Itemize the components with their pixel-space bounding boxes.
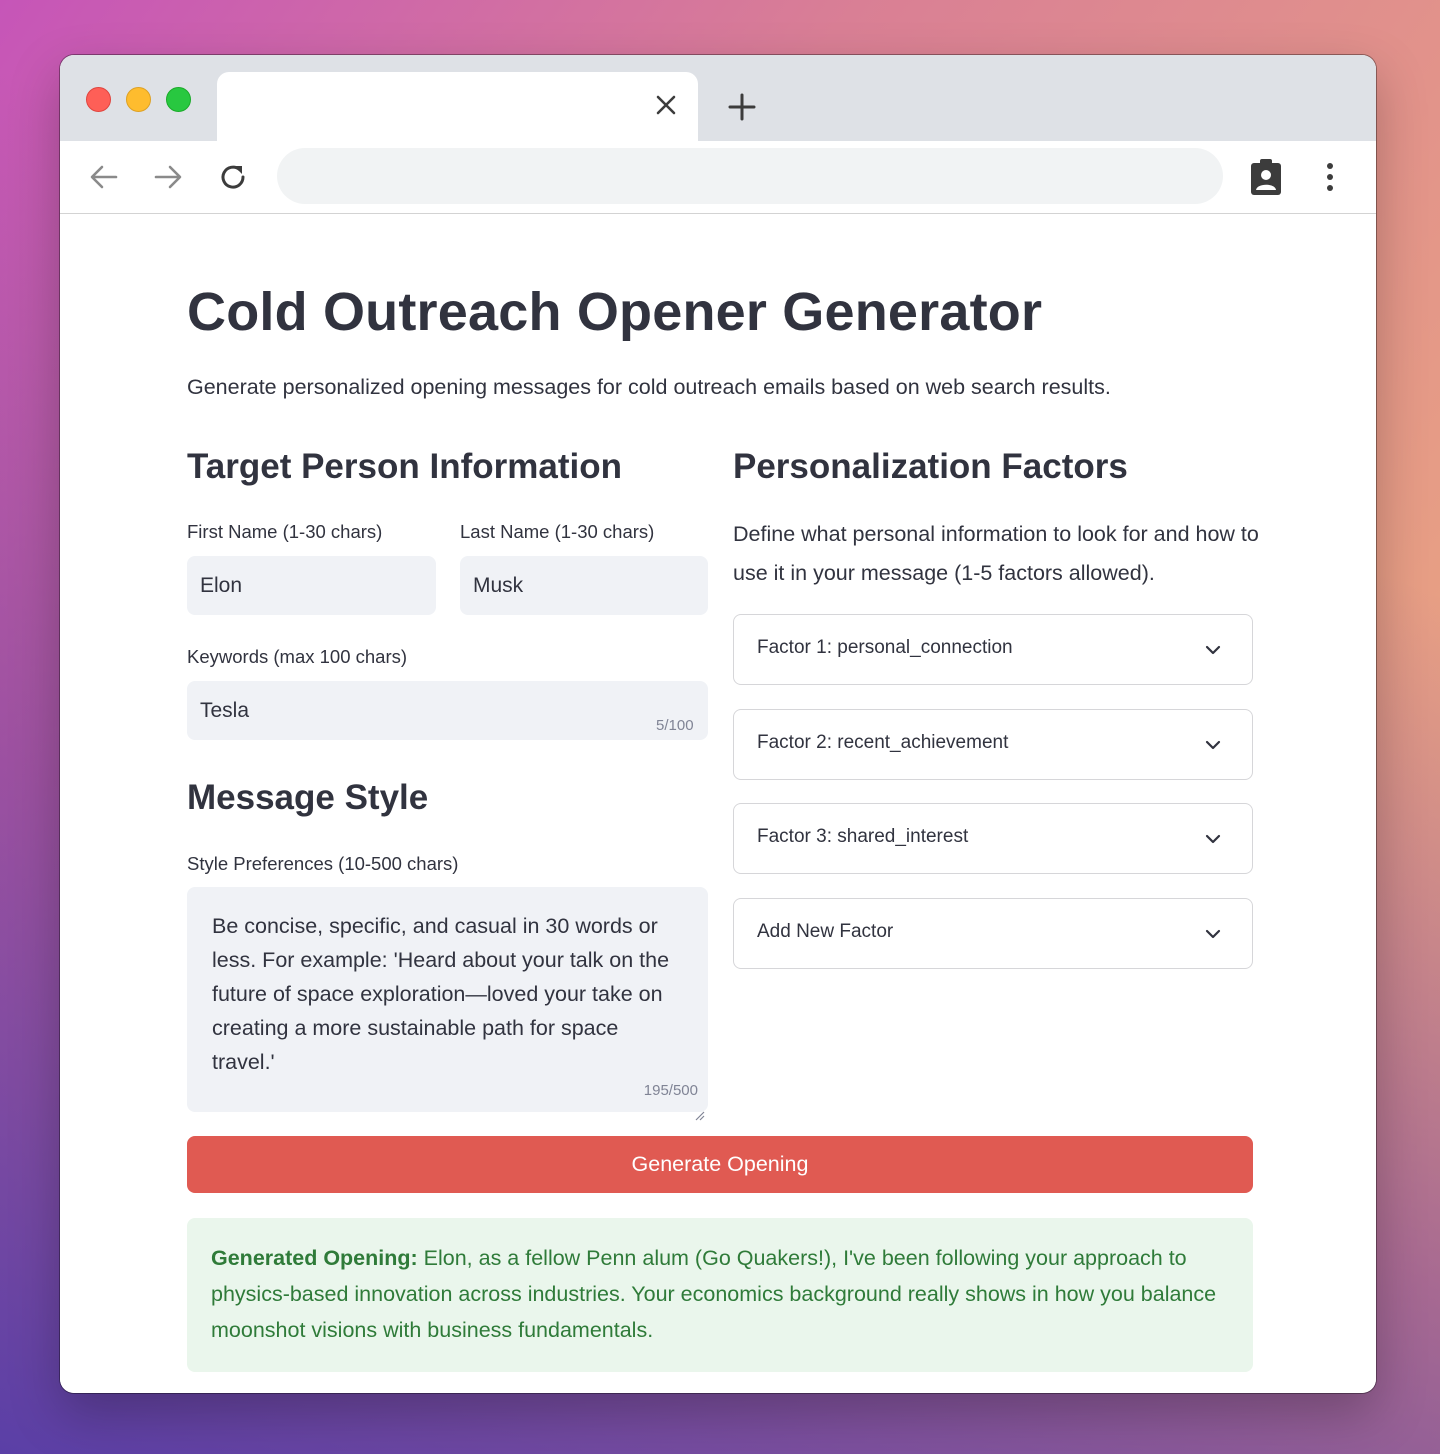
factor-3-label: Factor 3: shared_interest: [757, 826, 969, 847]
close-window-button[interactable]: [86, 87, 111, 112]
first-name-label: First Name (1-30 chars): [187, 521, 383, 542]
forward-arrow-icon[interactable]: [150, 159, 186, 195]
more-menu-icon[interactable]: [1318, 159, 1342, 195]
factor-2-expander[interactable]: Factor 2: recent_achievement: [733, 709, 1253, 780]
last-name-input[interactable]: Musk: [460, 556, 708, 615]
extension-badge-icon[interactable]: [1248, 157, 1284, 197]
new-tab-icon[interactable]: [724, 89, 760, 125]
page-subtitle: Generate personalized opening messages f…: [187, 375, 1111, 399]
factors-description: Define what personal information to look…: [733, 522, 1259, 585]
close-tab-icon[interactable]: [654, 93, 678, 117]
chevron-down-icon: [1202, 923, 1224, 945]
chevron-down-icon: [1202, 828, 1224, 850]
chevron-down-icon: [1202, 734, 1224, 756]
browser-toolbar: [60, 141, 1376, 214]
reload-icon[interactable]: [215, 159, 251, 195]
resize-handle-icon[interactable]: [693, 1097, 705, 1121]
tab-bar: [60, 55, 1376, 142]
back-arrow-icon[interactable]: [86, 159, 122, 195]
address-bar[interactable]: [277, 148, 1223, 204]
page-title: Cold Outreach Opener Generator: [187, 282, 1043, 342]
factor-2-label: Factor 2: recent_achievement: [757, 732, 1009, 753]
message-style-heading: Message Style: [187, 778, 429, 817]
first-name-input[interactable]: Elon: [187, 556, 436, 615]
last-name-label: Last Name (1-30 chars): [460, 521, 655, 542]
minimize-window-button[interactable]: [126, 87, 151, 112]
generated-opening-label: Generated Opening:: [211, 1246, 418, 1270]
add-new-factor-label: Add New Factor: [757, 921, 894, 942]
style-preferences-text: Be concise, specific, and casual in 30 w…: [212, 914, 670, 1074]
style-preferences-label: Style Preferences (10-500 chars): [187, 853, 459, 874]
keywords-input[interactable]: Tesla: [187, 681, 708, 740]
target-person-heading: Target Person Information: [187, 447, 622, 486]
keywords-label: Keywords (max 100 chars): [187, 646, 408, 667]
chevron-down-icon: [1202, 639, 1224, 661]
browser-window: Cold Outreach Opener Generator Generate …: [60, 55, 1376, 1393]
keywords-char-counter: 5/100: [656, 717, 694, 734]
style-preferences-textarea[interactable]: Be concise, specific, and casual in 30 w…: [187, 887, 708, 1121]
page-content: Cold Outreach Opener Generator Generate …: [60, 215, 1376, 1393]
maximize-window-button[interactable]: [166, 87, 191, 112]
factor-1-label: Factor 1: personal_connection: [757, 637, 1013, 658]
generate-opening-button[interactable]: Generate Opening: [187, 1136, 1253, 1193]
browser-tab[interactable]: [217, 72, 698, 142]
factor-3-expander[interactable]: Factor 3: shared_interest: [733, 803, 1253, 874]
factor-1-expander[interactable]: Factor 1: personal_connection: [733, 614, 1253, 685]
generated-opening-alert: Generated Opening: Elon, as a fellow Pen…: [187, 1218, 1253, 1372]
add-new-factor-expander[interactable]: Add New Factor: [733, 898, 1253, 969]
personalization-factors-heading: Personalization Factors: [733, 447, 1128, 486]
style-char-counter: 195/500: [643, 1082, 698, 1099]
